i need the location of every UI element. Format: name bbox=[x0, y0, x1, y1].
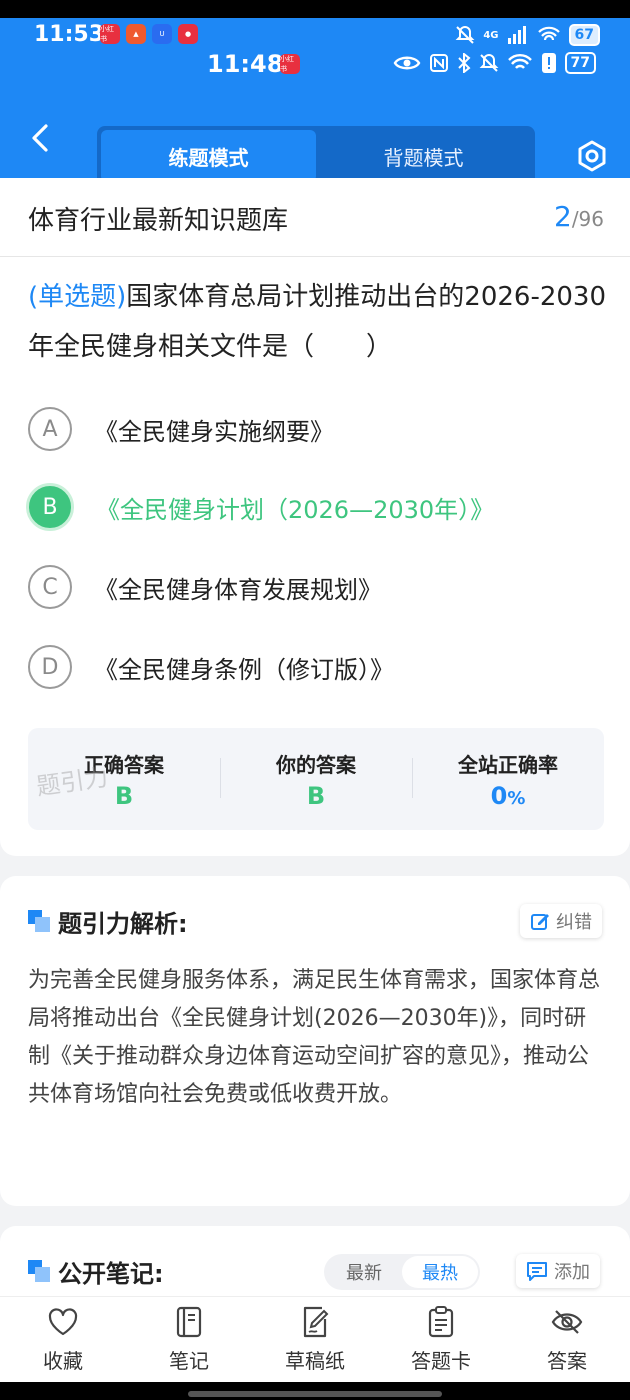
tab-memorize-mode[interactable]: 背题模式 bbox=[316, 130, 531, 182]
question-type: (单选题) bbox=[28, 282, 127, 312]
notebook-icon bbox=[176, 1306, 202, 1338]
sort-newest[interactable]: 最新 bbox=[326, 1256, 402, 1288]
question-stem: (单选题)国家体育总局计划推动出台的2026-2030年全民健身相关文件是（ ） bbox=[28, 272, 608, 372]
notes-card: 公开笔记: 最新 最热 添加 bbox=[0, 1226, 630, 1306]
wifi-icon bbox=[537, 26, 560, 41]
heart-icon bbox=[48, 1308, 78, 1336]
option-b[interactable]: B 《全民健身计划（2026—2030年）》 bbox=[26, 483, 618, 531]
question-bank-title: 体育行业最新知识题库 bbox=[28, 206, 289, 236]
answer-stats: 正确答案 B 你的答案 B 全站正确率 0% bbox=[28, 728, 604, 830]
app-notification-icon: ● bbox=[178, 24, 198, 44]
status-time-primary: 11:53 bbox=[34, 22, 105, 47]
nav-answer-sheet[interactable]: 答题卡 bbox=[378, 1297, 504, 1382]
bluetooth-icon bbox=[457, 53, 471, 73]
comment-icon bbox=[527, 1262, 547, 1281]
eye-off-icon bbox=[551, 1310, 583, 1334]
mute-bell-icon bbox=[479, 53, 498, 72]
nav-label: 收藏 bbox=[43, 1349, 83, 1373]
settings-icon[interactable] bbox=[576, 140, 608, 172]
app-notification-icon: U bbox=[152, 24, 172, 44]
app-notification-icon: ▲ bbox=[126, 24, 146, 44]
mute-bell-icon bbox=[455, 25, 475, 44]
back-icon[interactable] bbox=[28, 122, 56, 154]
stat-site-rate: 全站正确率 0% bbox=[412, 728, 604, 830]
question-progress: 2/96 bbox=[554, 200, 604, 233]
add-note-label: 添加 bbox=[554, 1262, 590, 1283]
stat-value: B bbox=[114, 781, 134, 810]
home-indicator[interactable] bbox=[188, 1391, 442, 1397]
eye-icon bbox=[393, 56, 420, 70]
status-icons-secondary: 77 bbox=[393, 52, 596, 74]
mode-toggle: 练题模式 背题模式 bbox=[97, 126, 535, 186]
nav-label: 答案 bbox=[547, 1349, 587, 1373]
option-d[interactable]: D 《全民健身条例（修订版）》 bbox=[28, 644, 618, 690]
status-bar-top bbox=[0, 0, 630, 18]
option-letter: C bbox=[28, 565, 72, 609]
nav-label: 草稿纸 bbox=[285, 1349, 345, 1373]
edit-icon bbox=[531, 914, 549, 930]
stat-value: 0% bbox=[491, 782, 526, 810]
battery-indicator: 77 bbox=[564, 52, 596, 74]
bottom-nav: 收藏 笔记 草稿纸 答题卡 答案 bbox=[0, 1296, 630, 1382]
site-rate-unit: % bbox=[507, 787, 526, 809]
question-card: 体育行业最新知识题库 2/96 (单选题)国家体育总局计划推动出台的2026-2… bbox=[0, 178, 630, 856]
tab-practice-mode[interactable]: 练题模式 bbox=[101, 130, 316, 182]
option-letter: B bbox=[26, 483, 74, 531]
divider bbox=[0, 256, 630, 257]
draft-icon bbox=[303, 1306, 329, 1338]
notes-title: 公开笔记: bbox=[58, 1260, 164, 1288]
report-error-button[interactable]: 纠错 bbox=[520, 904, 602, 938]
app-notification-icon: 小红书 bbox=[280, 54, 300, 74]
status-icons-primary: 4G 67 bbox=[455, 24, 600, 46]
option-text: 《全民健身实施纲要》 bbox=[94, 417, 334, 446]
nav-answer[interactable]: 答案 bbox=[504, 1297, 630, 1382]
analysis-card: 题引力解析: 纠错 为完善全民健身服务体系，满足民生体育需求，国家体育总局将推动… bbox=[0, 876, 630, 1206]
stat-value: B bbox=[306, 781, 326, 810]
analysis-text: 为完善全民健身服务体系，满足民生体育需求，国家体育总局将推动出台《全民健身计划(… bbox=[28, 968, 601, 1107]
option-letter: D bbox=[28, 645, 72, 689]
signal-4g-label: 4G bbox=[483, 29, 499, 41]
nav-draft[interactable]: 草稿纸 bbox=[252, 1297, 378, 1382]
analysis-title: 题引力解析: bbox=[58, 910, 188, 938]
notes-sort-toggle: 最新 最热 bbox=[324, 1254, 480, 1290]
nav-favorite[interactable]: 收藏 bbox=[0, 1297, 126, 1382]
app-notification-icon: 小红书 bbox=[100, 24, 120, 44]
add-note-button[interactable]: 添加 bbox=[516, 1254, 600, 1288]
alert-icon bbox=[541, 53, 556, 73]
clipboard-icon bbox=[428, 1306, 454, 1338]
option-c[interactable]: C 《全民健身体育发展规划》 bbox=[28, 564, 618, 610]
nav-notes[interactable]: 笔记 bbox=[126, 1297, 252, 1382]
site-rate-value: 0 bbox=[490, 781, 508, 810]
total-questions: /96 bbox=[571, 207, 604, 231]
option-a[interactable]: A 《全民健身实施纲要》 bbox=[28, 406, 618, 452]
nav-label: 答题卡 bbox=[411, 1349, 471, 1373]
option-text: 《全民健身体育发展规划》 bbox=[94, 575, 382, 604]
nfc-icon bbox=[429, 54, 448, 72]
sort-hottest[interactable]: 最热 bbox=[402, 1256, 478, 1288]
report-error-label: 纠错 bbox=[556, 912, 592, 933]
section-icon bbox=[28, 1260, 50, 1282]
nav-label: 笔记 bbox=[169, 1349, 209, 1373]
stat-label: 全站正确率 bbox=[458, 752, 558, 777]
battery-indicator: 67 bbox=[568, 24, 600, 46]
wifi-icon bbox=[507, 54, 532, 69]
status-time-secondary: 11:48 bbox=[207, 50, 284, 78]
option-text: 《全民健身条例（修订版）》 bbox=[94, 655, 394, 684]
current-question-number: 2 bbox=[553, 200, 572, 233]
option-text: 《全民健身计划（2026—2030年）》 bbox=[96, 495, 495, 524]
section-icon bbox=[28, 910, 50, 932]
stat-your-answer: 你的答案 B bbox=[220, 728, 412, 830]
stat-label: 你的答案 bbox=[276, 752, 356, 777]
notification-icons: 小红书 ▲ U ● bbox=[100, 24, 198, 44]
signal-icon bbox=[507, 26, 526, 44]
option-letter: A bbox=[28, 407, 72, 451]
app-header: 11:53 小红书 ▲ U ● 4G 67 11:48 小红书 77 练题模式 … bbox=[0, 18, 630, 186]
